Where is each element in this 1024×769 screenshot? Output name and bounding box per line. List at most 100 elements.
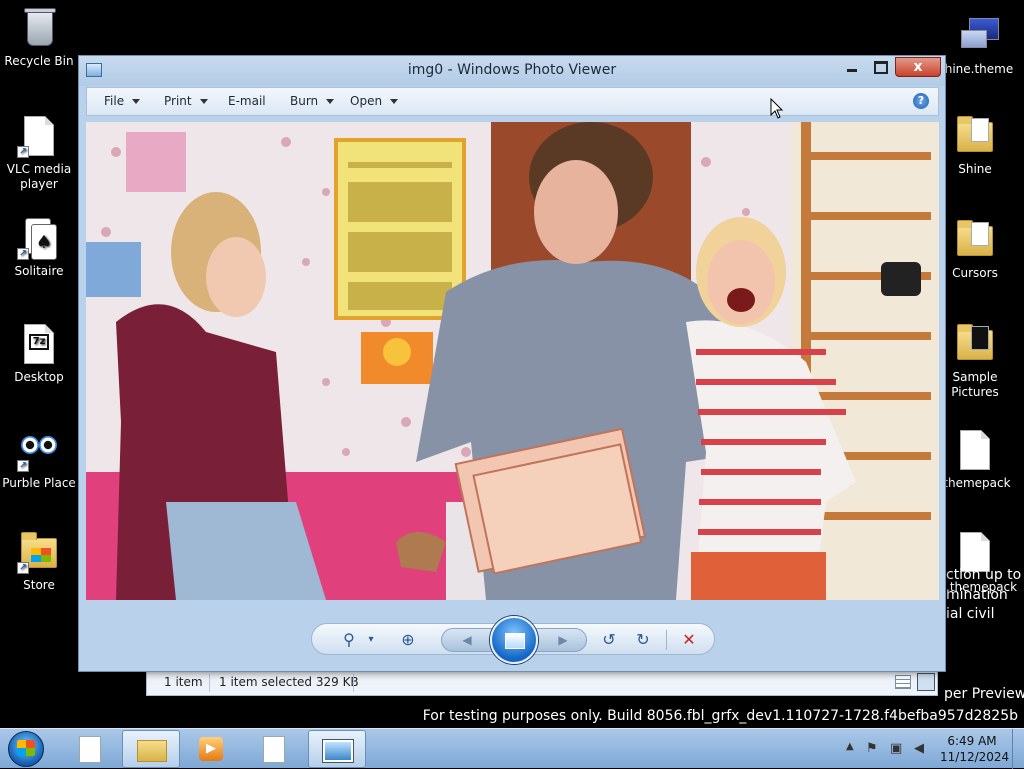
slideshow-button[interactable] (490, 616, 538, 664)
rotate-ccw-icon: ↺ (602, 630, 616, 649)
taskbar-item-document[interactable] (60, 730, 118, 768)
chevron-down-icon: ▾ (368, 634, 374, 645)
clock-time: 6:49 AM (947, 734, 997, 748)
photo-image (86, 122, 939, 600)
desktop-icon-label: .themepack (939, 476, 1011, 490)
status-item-selection: 1 item selected 329 KB (219, 675, 359, 689)
desktop-text: ial civil (946, 606, 995, 622)
menu-file-label: File (104, 94, 125, 108)
previous-button[interactable]: ◀ (456, 629, 478, 651)
chevron-down-icon (326, 99, 335, 104)
desktop-text: per Preview (944, 686, 1024, 702)
photo-viewer-window: img0 - Windows Photo Viewer x File Print… (78, 55, 946, 672)
photo-illustration (86, 122, 939, 600)
delete-icon: ✕ (682, 630, 696, 649)
store-folder-icon: ↗ (17, 530, 61, 574)
title-bar[interactable]: img0 - Windows Photo Viewer x (79, 56, 945, 86)
desktop-icon-purble-place[interactable]: ↗ Purble Place (0, 428, 78, 491)
menu-burn[interactable]: Burn (290, 94, 335, 108)
delete-button[interactable]: ✕ (678, 629, 700, 651)
chevron-down-icon (390, 99, 399, 104)
previous-icon: ◀ (462, 633, 472, 647)
rotate-cw-icon: ↻ (636, 630, 650, 649)
divider (666, 630, 667, 650)
menu-email[interactable]: E-mail (228, 94, 266, 108)
desktop-icon-desktop[interactable]: 7z Desktop (0, 322, 78, 385)
help-icon[interactable]: ? (913, 93, 929, 109)
minimize-button[interactable] (842, 57, 862, 77)
action-center-flag-icon[interactable]: ⚑ (866, 741, 878, 756)
shortcut-arrow-icon: ↗ (17, 248, 29, 260)
maximize-button[interactable] (869, 57, 889, 77)
shortcut-arrow-icon: ↗ (17, 460, 29, 472)
taskbar-item-media-player[interactable]: ▶ (182, 730, 240, 768)
rotate-clockwise-button[interactable]: ↻ (632, 629, 654, 651)
taskbar: ▶ ▲ ⚑ ▣ ◀ 6:49 AM 11/12/2024 (0, 728, 1024, 769)
menu-file[interactable]: File (104, 94, 141, 108)
zoom-button[interactable]: ⚲ (338, 629, 360, 651)
show-desktop-button[interactable] (1012, 729, 1024, 769)
desktop-icon-label: Desktop (14, 370, 64, 384)
actual-size-button[interactable]: ⊕ (397, 629, 419, 651)
desktop-icon-label: hine.theme (944, 62, 1014, 76)
menu-bar: File Print E-mail Burn Open ? (86, 87, 939, 116)
desktop-icon-label: Cursors (952, 266, 998, 280)
next-button[interactable]: ▶ (552, 629, 574, 651)
menu-email-label: E-mail (228, 94, 266, 108)
taskbar-item-document-2[interactable] (244, 730, 302, 768)
menu-open-label: Open (350, 94, 383, 108)
rotate-counterclockwise-button[interactable]: ↺ (598, 629, 620, 651)
desktop-icon-cursors-folder[interactable]: Cursors (936, 218, 1014, 281)
theme-icon (957, 14, 1001, 58)
start-button[interactable] (4, 729, 48, 769)
volume-icon[interactable]: ◀ (914, 741, 924, 756)
menu-print[interactable]: Print (164, 94, 208, 108)
photo-viewer-icon (323, 740, 353, 762)
7zip-icon: 7z (17, 322, 61, 366)
desktop-icon-shine-folder[interactable]: Shine (936, 114, 1014, 177)
zoom-dropdown[interactable]: ▾ (360, 629, 382, 651)
document-icon (953, 428, 997, 472)
taskbar-item-photo-viewer[interactable] (308, 730, 366, 768)
next-icon: ▶ (558, 633, 568, 647)
desktop-text: mination (946, 587, 1008, 603)
menu-print-label: Print (164, 94, 192, 108)
desktop: Recycle Bin ↗ VLC media player ♠ ↗ Solit… (0, 0, 1024, 728)
desktop-icon-vlc[interactable]: ↗ VLC media player (0, 114, 78, 192)
desktop-icon-label: Purble Place (2, 476, 76, 490)
large-icons-view-icon[interactable] (917, 673, 935, 691)
menu-open[interactable]: Open (350, 94, 399, 108)
show-hidden-icons-button[interactable]: ▲ (846, 741, 854, 752)
windows-logo-icon (17, 740, 35, 756)
desktop-icon-label: Recycle Bin (4, 54, 74, 68)
desktop-icon-store[interactable]: ↗ Store (0, 530, 78, 593)
solitaire-icon: ♠ ↗ (17, 216, 61, 260)
desktop-icon-solitaire[interactable]: ♠ ↗ Solitaire (0, 216, 78, 279)
network-icon[interactable]: ▣ (890, 741, 902, 756)
recycle-bin-icon (17, 6, 61, 50)
details-view-icon[interactable] (895, 675, 911, 689)
chevron-down-icon (132, 99, 141, 104)
actual-size-icon: ⊕ (401, 630, 415, 649)
window-title: img0 - Windows Photo Viewer (407, 62, 617, 78)
document-icon: ↗ (17, 114, 61, 158)
menu-burn-label: Burn (290, 94, 319, 108)
desktop-icon-label: VLC media player (6, 162, 72, 191)
shortcut-arrow-icon: ↗ (17, 146, 29, 158)
taskbar-item-explorer[interactable] (122, 730, 180, 768)
clock-date: 11/12/2024 (940, 750, 1010, 764)
desktop-icon-shine-theme[interactable]: hine.theme (940, 14, 1018, 77)
shortcut-arrow-icon: ↗ (17, 562, 29, 574)
folder-icon (137, 740, 167, 762)
status-item-count: 1 item (164, 675, 203, 689)
system-clock[interactable]: 6:49 AM 11/12/2024 (940, 733, 1010, 765)
desktop-icon-sample-pictures[interactable]: Sample Pictures (936, 322, 1014, 400)
desktop-icon-recycle-bin[interactable]: Recycle Bin (0, 6, 78, 69)
close-button[interactable]: x (895, 57, 941, 77)
desktop-icon-themepack-1[interactable]: .themepack (936, 428, 1014, 491)
folder-icon (953, 114, 997, 158)
viewer-controls: ⚲ ▾ ⊕ ◀ ▶ ↺ ↻ ✕ (311, 616, 715, 664)
explorer-status-bar: 1 item 1 item selected 329 KB (146, 670, 938, 696)
desktop-icon-label: Solitaire (14, 264, 64, 278)
mouse-cursor-icon (770, 98, 784, 119)
